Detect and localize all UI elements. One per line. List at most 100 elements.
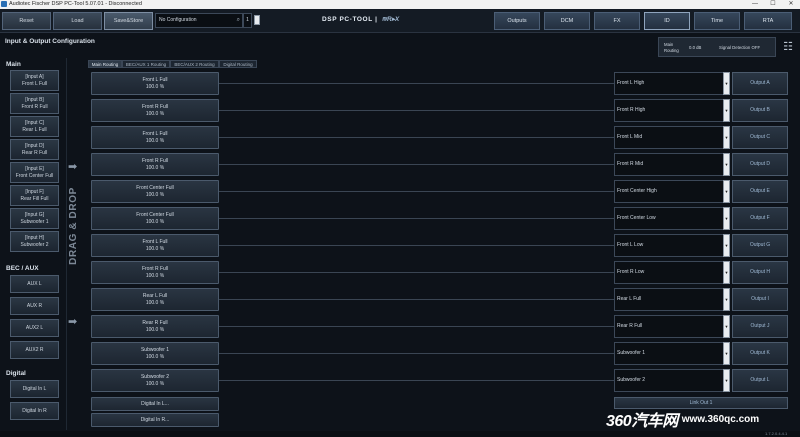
source-box[interactable]: Front R Full 100.0 % — [91, 99, 219, 122]
source-box[interactable]: Front R Full 100.0 % — [91, 261, 219, 284]
source-box[interactable]: Rear R Full 100.0 % — [91, 315, 219, 338]
output-button[interactable]: Output F — [732, 207, 788, 230]
chevron-down-icon[interactable]: ▼ — [723, 234, 730, 257]
output-button[interactable]: Output H — [732, 261, 788, 284]
channel-select[interactable]: Front R Low — [614, 261, 724, 284]
nav-fx[interactable]: FX — [594, 12, 640, 30]
file-icon[interactable] — [254, 15, 260, 25]
input-id: [Input D] — [25, 142, 44, 149]
channel-select[interactable]: Front R High — [614, 99, 724, 122]
input-e-button[interactable]: [Input E] Front Center Full — [10, 162, 59, 183]
aux-l-button[interactable]: AUX L — [10, 275, 59, 293]
tab-bec-aux-1-routing[interactable]: BEC/AUX 1 Routing — [122, 60, 170, 68]
source-box[interactable]: Front Center Full 100.0 % — [91, 207, 219, 230]
channel-select[interactable]: Rear R Full — [614, 315, 724, 338]
input-d-button[interactable]: [Input D] Rear R Full — [10, 139, 59, 160]
input-b-button[interactable]: [Input B] Front R Full — [10, 93, 59, 114]
chevron-down-icon[interactable]: ▼ — [723, 99, 730, 122]
output-button[interactable]: Output L — [732, 369, 788, 392]
source-level: 100.0 % — [145, 326, 165, 333]
config-number-field[interactable]: 1 — [243, 13, 252, 28]
digital-in-r-button[interactable]: Digital In R — [10, 402, 59, 420]
source-level: 100.0 % — [145, 164, 165, 171]
config-name-field[interactable]: No Configuration ⌕ — [155, 13, 243, 28]
source-box[interactable]: Front Center Full 100.0 % — [91, 180, 219, 203]
output-button[interactable]: Output D — [732, 153, 788, 176]
source-level: 100.0 % — [145, 83, 165, 90]
input-c-button[interactable]: [Input C] Rear L Full — [10, 116, 59, 137]
input-id: [Input B] — [25, 96, 44, 103]
nav-id[interactable]: ID — [644, 12, 690, 30]
source-box[interactable]: Rear L Full 100.0 % — [91, 288, 219, 311]
close-button[interactable]: ✕ — [782, 0, 800, 9]
routing-line — [219, 191, 614, 192]
output-button[interactable]: Output K — [732, 342, 788, 365]
aux2-l-button[interactable]: AUX2 L — [10, 319, 59, 337]
source-box-digital-in-r[interactable]: Digital In R... — [91, 413, 219, 427]
channel-select[interactable]: Front L High — [614, 72, 724, 95]
channel-select[interactable]: Front Center Low — [614, 207, 724, 230]
chevron-down-icon[interactable]: ▼ — [723, 72, 730, 95]
channel-select[interactable]: Front R Mid — [614, 153, 724, 176]
digital-in-l-button[interactable]: Digital In L — [10, 380, 59, 398]
output-button[interactable]: Output I — [732, 288, 788, 311]
tab-bec-aux-2-routing[interactable]: BEC/AUX 2 Routing — [170, 60, 219, 68]
input-name: Subwoofer 2 — [20, 241, 49, 248]
input-a-button[interactable]: [Input A] Front L Full — [10, 70, 59, 91]
save-store-button[interactable]: Save&Store — [104, 12, 153, 30]
nav-dcm[interactable]: DCM — [544, 12, 590, 30]
source-name: Front L Full — [142, 130, 168, 137]
channel-select[interactable]: Subwoofer 2 — [614, 369, 724, 392]
nav-rta[interactable]: RTA — [744, 12, 792, 30]
nav-time[interactable]: Time — [694, 12, 740, 30]
channel-select[interactable]: Subwoofer 1 — [614, 342, 724, 365]
signal-detection-toggle[interactable]: Signal Detection OFF — [719, 45, 760, 50]
maximize-button[interactable]: ☐ — [764, 0, 782, 9]
channel-select[interactable]: Front L Mid — [614, 126, 724, 149]
version-text: 1.7.2.0.4.4.1 — [765, 431, 788, 436]
channel-select[interactable]: Front Center High — [614, 180, 724, 203]
tab-digital-routing[interactable]: Digital Routing — [219, 60, 257, 68]
nav-outputs[interactable]: Outputs — [494, 12, 540, 30]
input-name: Front L Full — [21, 80, 48, 87]
source-box[interactable]: Front L Full 100.0 % — [91, 72, 219, 95]
source-level: 100.0 % — [145, 110, 165, 117]
aux-r-button[interactable]: AUX R — [10, 297, 59, 315]
page-title: Input & Output Configuration — [5, 38, 95, 45]
chevron-down-icon[interactable]: ▼ — [723, 261, 730, 284]
chevron-down-icon[interactable]: ▼ — [723, 126, 730, 149]
source-box-digital-in-l[interactable]: Digital In L... — [91, 397, 219, 411]
tab-main-routing[interactable]: Main Routing — [88, 60, 122, 68]
output-button[interactable]: Output J — [732, 315, 788, 338]
chevron-down-icon[interactable]: ▼ — [723, 288, 730, 311]
chevron-down-icon[interactable]: ▼ — [723, 342, 730, 365]
routing-level-value[interactable]: 0.0 dB — [689, 45, 701, 50]
chevron-down-icon[interactable]: ▼ — [723, 207, 730, 230]
input-f-button[interactable]: [Input F] Rear Fill Full — [10, 185, 59, 206]
chevron-down-icon[interactable]: ▼ — [723, 153, 730, 176]
source-box[interactable]: Subwoofer 1 100.0 % — [91, 342, 219, 365]
chevron-down-icon[interactable]: ▼ — [723, 180, 730, 203]
output-button[interactable]: Output A — [732, 72, 788, 95]
output-button[interactable]: Output C — [732, 126, 788, 149]
chevron-down-icon[interactable]: ▼ — [723, 315, 730, 338]
reset-button[interactable]: Reset — [2, 12, 51, 30]
input-name: Rear Fill Full — [20, 195, 49, 202]
minimize-button[interactable]: — — [746, 0, 764, 9]
search-icon[interactable]: ⌕ — [237, 14, 240, 27]
output-button[interactable]: Output G — [732, 234, 788, 257]
output-button[interactable]: Output E — [732, 180, 788, 203]
aux2-r-button[interactable]: AUX2 R — [10, 341, 59, 359]
source-box[interactable]: Subwoofer 2 100.0 % — [91, 369, 219, 392]
source-box[interactable]: Front R Full 100.0 % — [91, 153, 219, 176]
chevron-down-icon[interactable]: ▼ — [723, 369, 730, 392]
sliders-icon[interactable]: ☷ — [780, 38, 796, 56]
load-button[interactable]: Load — [53, 12, 102, 30]
channel-select[interactable]: Front L Low — [614, 234, 724, 257]
output-button[interactable]: Output B — [732, 99, 788, 122]
channel-select[interactable]: Rear L Full — [614, 288, 724, 311]
source-name: Rear L Full — [142, 292, 168, 299]
source-box[interactable]: Front L Full 100.0 % — [91, 126, 219, 149]
input-id: [Input F] — [25, 188, 44, 195]
source-box[interactable]: Front L Full 100.0 % — [91, 234, 219, 257]
